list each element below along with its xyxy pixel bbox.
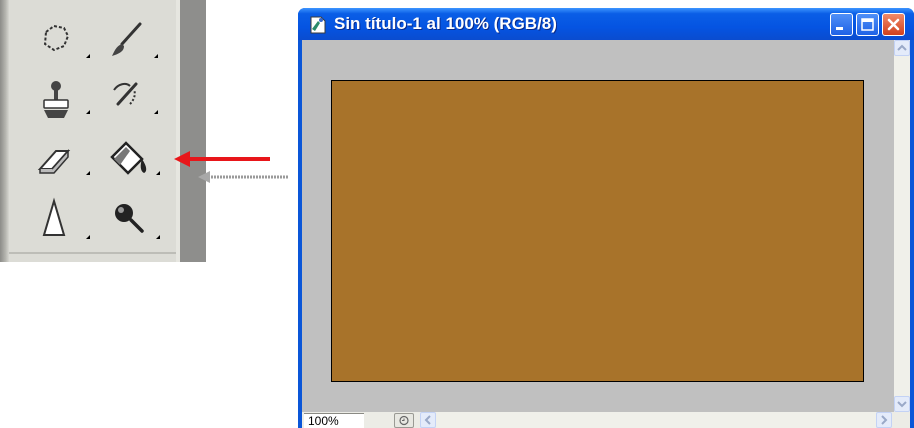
chevron-down-icon (897, 401, 907, 408)
scroll-left-button[interactable] (420, 412, 436, 428)
palette-left-edge (0, 0, 9, 262)
document-window: Sin título-1 al 100% (RGB/8) 100% (298, 8, 914, 428)
eraser-icon (37, 149, 90, 175)
maximize-icon (861, 18, 874, 31)
window-title: Sin título-1 al 100% (RGB/8) (334, 14, 557, 33)
photoshop-document-icon (310, 16, 326, 34)
chevron-right-icon (881, 415, 888, 425)
tool-palette (0, 0, 206, 262)
clone-stamp-icon (43, 81, 90, 118)
polygon-lasso-tool[interactable] (34, 18, 100, 68)
palette-divider (9, 252, 176, 254)
paint-bucket-icon (110, 141, 160, 175)
close-icon (887, 18, 900, 31)
history-brush-icon (113, 82, 158, 114)
maximize-button[interactable] (856, 13, 879, 36)
status-info-icon (399, 415, 409, 426)
palette-right-edge (176, 0, 206, 262)
vertical-scrollbar[interactable] (894, 40, 910, 412)
gray-pointer-arrow (198, 171, 288, 183)
minimize-icon (836, 27, 843, 30)
title-bar[interactable]: Sin título-1 al 100% (RGB/8) (298, 8, 914, 40)
clone-stamp-tool[interactable] (34, 74, 100, 124)
scroll-up-button[interactable] (894, 40, 910, 56)
document-workspace: 100% (302, 40, 910, 428)
chevron-left-icon (424, 415, 431, 425)
history-brush-tool[interactable] (100, 74, 166, 124)
minimize-button[interactable] (830, 13, 853, 36)
brush-tool[interactable] (100, 18, 166, 68)
blur-icon (42, 197, 90, 239)
dodge-tool[interactable] (100, 195, 166, 245)
dodge-icon (115, 204, 160, 239)
polygon-lasso-icon (43, 24, 90, 58)
zoom-level-field[interactable]: 100% (304, 413, 364, 428)
status-bar: 100% (302, 412, 910, 428)
blur-tool[interactable] (34, 195, 100, 245)
horizontal-scroll-track[interactable] (436, 412, 876, 428)
chevron-up-icon (897, 44, 907, 51)
image-canvas[interactable] (331, 80, 864, 382)
paint-bucket-tool[interactable] (100, 135, 166, 185)
scroll-right-button[interactable] (876, 412, 892, 428)
brush-icon (112, 22, 158, 58)
close-button[interactable] (882, 13, 905, 36)
scroll-down-button[interactable] (894, 396, 910, 412)
status-menu-button[interactable] (394, 413, 414, 428)
eraser-tool[interactable] (30, 135, 96, 185)
